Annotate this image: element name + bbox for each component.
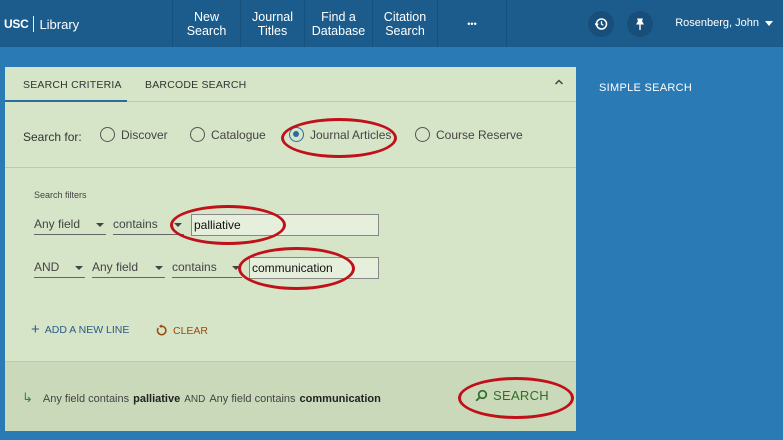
pin-icon [636,18,644,30]
pin-button[interactable] [627,11,653,37]
operator-select-row2[interactable]: contains [172,258,242,278]
field-select-value: Any field [92,260,139,274]
plus-icon: + [31,321,40,338]
field-select-row2[interactable]: Any field [92,258,165,278]
add-new-line-button[interactable]: + ADD A NEW LINE [31,321,130,338]
field-select-value: Any field [34,217,81,231]
nav-more-button[interactable]: ••• [438,0,506,47]
search-scope-group: Search for: Discover Catalogue Journal A… [5,102,576,168]
summary-prefix: Any field contains [42,393,130,405]
nav-new-search[interactable]: New Search [173,0,240,47]
search-filters: Search filters Any field contains pallia… [5,169,576,361]
scope-label: Discover [121,127,168,142]
clear-button[interactable]: CLEAR [155,324,208,337]
nav-citation-search[interactable]: Citation Search [373,0,437,47]
field-select-row1[interactable]: Any field [34,215,106,235]
add-line-label: ADD A NEW LINE [44,324,130,336]
scope-journal-articles[interactable]: Journal Articles [289,127,391,142]
history-button[interactable] [588,11,614,37]
tab-barcode-search[interactable]: BARCODE SEARCH [145,79,246,91]
search-for-label: Search for: [23,130,82,144]
tab-search-criteria[interactable]: SEARCH CRITERIA [23,79,122,91]
operator-select-row1[interactable]: contains [113,215,184,235]
chevron-down-icon [155,266,163,270]
search-button[interactable]: SEARCH [475,388,549,403]
nav-find-database[interactable]: Find a Database [305,0,372,47]
chevron-down-icon [174,223,182,227]
scope-label: Course Reserve [436,127,523,142]
user-name: Rosenberg, John [675,17,759,29]
logo-org: USC [4,17,29,31]
boolean-select-value: AND [34,260,60,274]
operator-select-value: contains [172,260,217,274]
summary-prefix: Any field contains [209,393,296,405]
clear-label: CLEAR [173,324,209,337]
search-term-input-row2[interactable]: communication [249,257,379,279]
logo-name: Library [39,16,80,32]
chevron-down-icon [765,20,773,26]
search-label: SEARCH [493,388,549,403]
scope-course-reserve[interactable]: Course Reserve [415,127,523,142]
chevron-down-icon [232,266,240,270]
history-icon [594,18,608,30]
chevron-down-icon [96,223,104,227]
summary-joiner: AND [184,394,206,405]
radio-button-selected[interactable] [289,127,304,142]
filters-title: Search filters [34,190,87,200]
chevron-up-icon[interactable] [554,77,564,87]
operator-select-value: contains [113,217,158,231]
simple-search-link[interactable]: SIMPLE SEARCH [599,82,692,94]
scope-catalogue[interactable]: Catalogue [190,127,266,142]
search-panel: SEARCH CRITERIA BARCODE SEARCH Search fo… [5,67,576,431]
user-menu[interactable]: Rosenberg, John [675,17,773,29]
nav-journal-titles[interactable]: Journal Titles [241,0,304,47]
radio-button[interactable] [100,127,115,142]
library-logo[interactable]: USC Library [4,13,79,35]
search-tabs: SEARCH CRITERIA BARCODE SEARCH [5,67,576,102]
reset-icon [156,324,167,336]
search-footer: ↳ Any field contains palliative AND Any … [5,361,576,431]
boolean-select-row2[interactable]: AND [34,258,85,278]
query-summary: ↳ Any field contains palliative AND Any … [22,390,381,406]
search-term-input-row1[interactable]: palliative [191,214,379,236]
scope-discover[interactable]: Discover [100,127,168,142]
summary-term: palliative [133,393,181,405]
search-icon [475,389,488,402]
top-bar: USC Library New Search Journal Titles Fi… [0,0,783,47]
arrow-right-icon: ↳ [22,390,33,405]
logo-divider [33,16,35,32]
nav-divider [506,0,507,47]
radio-button[interactable] [190,127,205,142]
scope-label: Journal Articles [310,127,392,142]
chevron-down-icon [75,266,83,270]
summary-term: communication [299,393,381,405]
radio-button[interactable] [415,127,430,142]
scope-label: Catalogue [211,127,266,142]
